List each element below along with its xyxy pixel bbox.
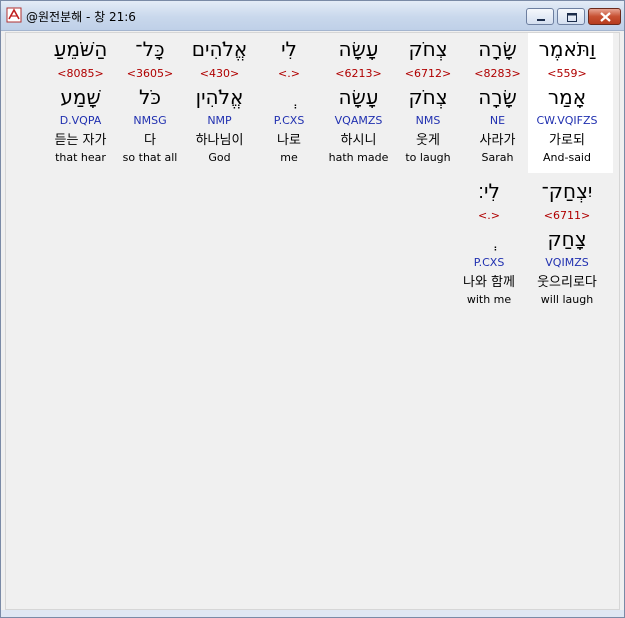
word-cell[interactable]: אֱלֹהִים <430> אֱלֹהִין NMP 하나님이 God (181, 33, 259, 169)
morphology-code: CW.VQIFZS (536, 114, 598, 127)
word-cell[interactable]: עָשָׂה <6213> עָשָׂה VQAMZS 하시니 hath made (320, 33, 398, 169)
korean-gloss: 나와 함께 (463, 275, 515, 290)
morphology-code: VQAMZS (334, 114, 383, 127)
english-gloss: so that all (122, 151, 178, 164)
window-bottom-border (1, 610, 624, 617)
hebrew-word: שָׂרָה (478, 37, 517, 61)
morphology-code: NMSG (133, 114, 167, 127)
hebrew-lemma: אָמַר (547, 85, 587, 109)
english-gloss: God (208, 151, 231, 164)
hebrew-lemma: עָשָׂה (338, 85, 379, 109)
word-cell[interactable]: שָׂרָה <8283> שָׂרָה NE 사라가 Sarah (459, 33, 537, 169)
english-gloss: Sarah (481, 151, 514, 164)
strong-number: <6213> (335, 67, 382, 80)
english-gloss: will laugh (540, 293, 594, 306)
close-button[interactable] (588, 8, 621, 25)
word-cell[interactable]: יִצְחַק־ <6711> צָחַק VQIMZS 웃으리로다 will laugh (528, 175, 606, 311)
app-icon (6, 7, 22, 23)
strong-number: <430> (199, 67, 240, 80)
hebrew-lemma: ְ (250, 85, 328, 109)
interlinear-panel[interactable]: וַתֹּאמֶר <559> אָמַר CW.VQIFZS 가로되 And-said ש… (5, 32, 620, 610)
morphology-code: VQIMZS (545, 256, 589, 269)
korean-gloss: 가로되 (549, 133, 585, 148)
strong-number: <559> (547, 67, 587, 80)
hebrew-lemma: כֹּל (139, 85, 161, 109)
maximize-button[interactable] (557, 8, 585, 25)
korean-gloss: 웃게 (416, 133, 440, 148)
minimize-button[interactable] (526, 8, 554, 25)
morphology-code: NMS (415, 114, 441, 127)
strong-number: <.> (278, 67, 300, 80)
hebrew-lemma: שָׂרָה (478, 85, 517, 109)
english-gloss: with me (466, 293, 512, 306)
minimize-icon (537, 19, 545, 21)
word-cell[interactable]: לִי <.>ְ P.CXS 나로 me (250, 33, 328, 169)
korean-gloss: 웃으리로다 (537, 275, 597, 290)
strong-number: <6711> (543, 209, 591, 222)
strong-number: <8085> (57, 67, 104, 80)
english-gloss: to laugh (405, 151, 451, 164)
english-gloss: hath made (328, 151, 389, 164)
strong-number: <.> (478, 209, 500, 222)
window-title: @원전분해 - 창 21:6 (26, 10, 136, 24)
korean-gloss: 나로 (277, 133, 301, 148)
korean-gloss: 하나님이 (195, 133, 244, 148)
hebrew-lemma: אֱלֹהִין (195, 85, 244, 109)
strong-number: <3605> (126, 67, 174, 80)
title-bar[interactable]: @원전분해 - 창 21:6 (1, 1, 624, 31)
word-cell[interactable]: כָּל־ <3605> כֹּל NMSG 다 so that all (111, 33, 189, 169)
morphology-code: D.VQPA (59, 114, 102, 127)
hebrew-word: לִי (281, 37, 297, 61)
word-cell[interactable]: לִי׃ <.>ְ P.CXS 나와 함께 with me (450, 175, 528, 311)
morphology-code: P.CXS (273, 114, 305, 127)
close-icon (600, 12, 611, 22)
maximize-icon (567, 13, 577, 22)
korean-gloss: 하시니 (340, 133, 377, 148)
hebrew-word: אֱלֹהִים (191, 37, 248, 61)
word-cell[interactable]: הַשֹּׁמֵעַ <8085> שָׁמַע D.VQPA 듣는 자가 that he… (42, 33, 120, 169)
hebrew-word: כָּל־ (135, 37, 165, 61)
hebrew-word: הַשֹּׁמֵעַ (53, 37, 108, 61)
english-gloss: me (280, 151, 298, 164)
word-cell[interactable]: צְחֹק <6712> צְחֹק NMS 웃게 to laugh (389, 33, 467, 169)
hebrew-word: עָשָׂה (338, 37, 379, 61)
hebrew-word: לִי׃ (478, 179, 500, 203)
hebrew-lemma: שָׁמַע (60, 85, 101, 109)
hebrew-word: יִצְחַק־ (541, 179, 593, 203)
morphology-code: NE (489, 114, 506, 127)
english-gloss: And-said (543, 151, 591, 164)
korean-gloss: 듣는 자가 (54, 133, 107, 148)
strong-number: <8283> (474, 67, 521, 80)
hebrew-lemma: צְחֹק (408, 85, 448, 109)
hebrew-word: צְחֹק (408, 37, 448, 61)
morphology-code: P.CXS (473, 256, 505, 269)
strong-number: <6712> (404, 67, 452, 80)
korean-gloss: 사라가 (479, 133, 516, 148)
hebrew-lemma: צָחַק (547, 227, 587, 251)
hebrew-word: וַתֹּאמֶר (538, 37, 596, 61)
word-cell[interactable]: וַתֹּאמֶר <559> אָמַר CW.VQIFZS 가로되 And-said (528, 33, 606, 169)
app-window: @원전분해 - 창 21:6 וַתֹּאמֶר <559> אָמַר CW.VQI… (0, 0, 625, 618)
english-gloss: that hear (55, 151, 106, 164)
hebrew-lemma: ְ (450, 227, 528, 251)
korean-gloss: 다 (144, 133, 156, 148)
morphology-code: NMP (207, 114, 232, 127)
